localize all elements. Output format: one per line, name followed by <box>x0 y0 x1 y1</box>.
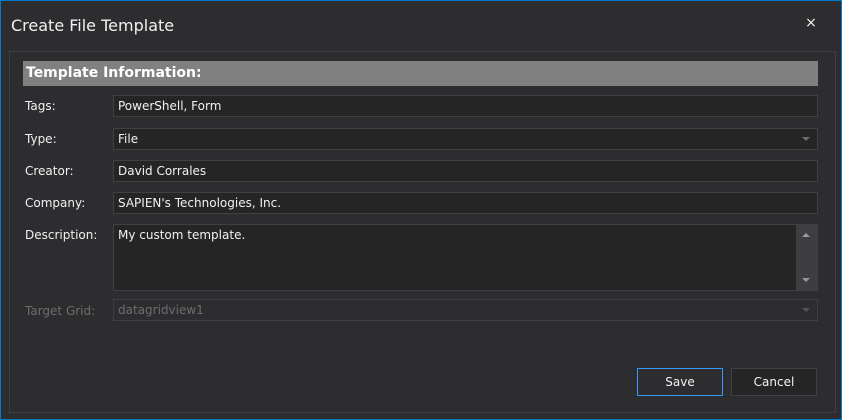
target-grid-label: Target Grid: <box>25 304 96 318</box>
chevron-down-icon <box>802 137 810 141</box>
creator-label: Creator: <box>25 164 74 178</box>
tags-label: Tags: <box>25 99 56 113</box>
target-grid-value: datagridview1 <box>118 303 204 317</box>
target-grid-select: datagridview1 <box>113 299 818 321</box>
cancel-button[interactable]: Cancel <box>731 368 817 396</box>
close-icon[interactable]: × <box>801 15 821 35</box>
chevron-down-icon <box>802 308 810 312</box>
company-label: Company: <box>25 196 86 210</box>
save-button[interactable]: Save <box>637 368 723 396</box>
description-value: My custom template. <box>118 228 246 242</box>
creator-input[interactable]: David Corrales <box>113 160 818 182</box>
description-label: Description: <box>25 228 98 242</box>
scrollbar[interactable] <box>796 225 817 290</box>
section-header: Template Information: <box>23 61 818 86</box>
dialog-title: Create File Template <box>11 16 175 35</box>
type-value: File <box>118 132 139 146</box>
scroll-down-icon[interactable] <box>802 278 810 282</box>
type-select[interactable]: File <box>113 128 818 150</box>
scroll-up-icon[interactable] <box>802 233 810 237</box>
company-input[interactable]: SAPIEN's Technologies, Inc. <box>113 192 818 214</box>
tags-input[interactable]: PowerShell, Form <box>113 95 818 117</box>
type-label: Type: <box>25 132 57 146</box>
description-textarea[interactable]: My custom template. <box>113 224 818 291</box>
dialog-window: Create File Template × Template Informat… <box>0 0 842 420</box>
